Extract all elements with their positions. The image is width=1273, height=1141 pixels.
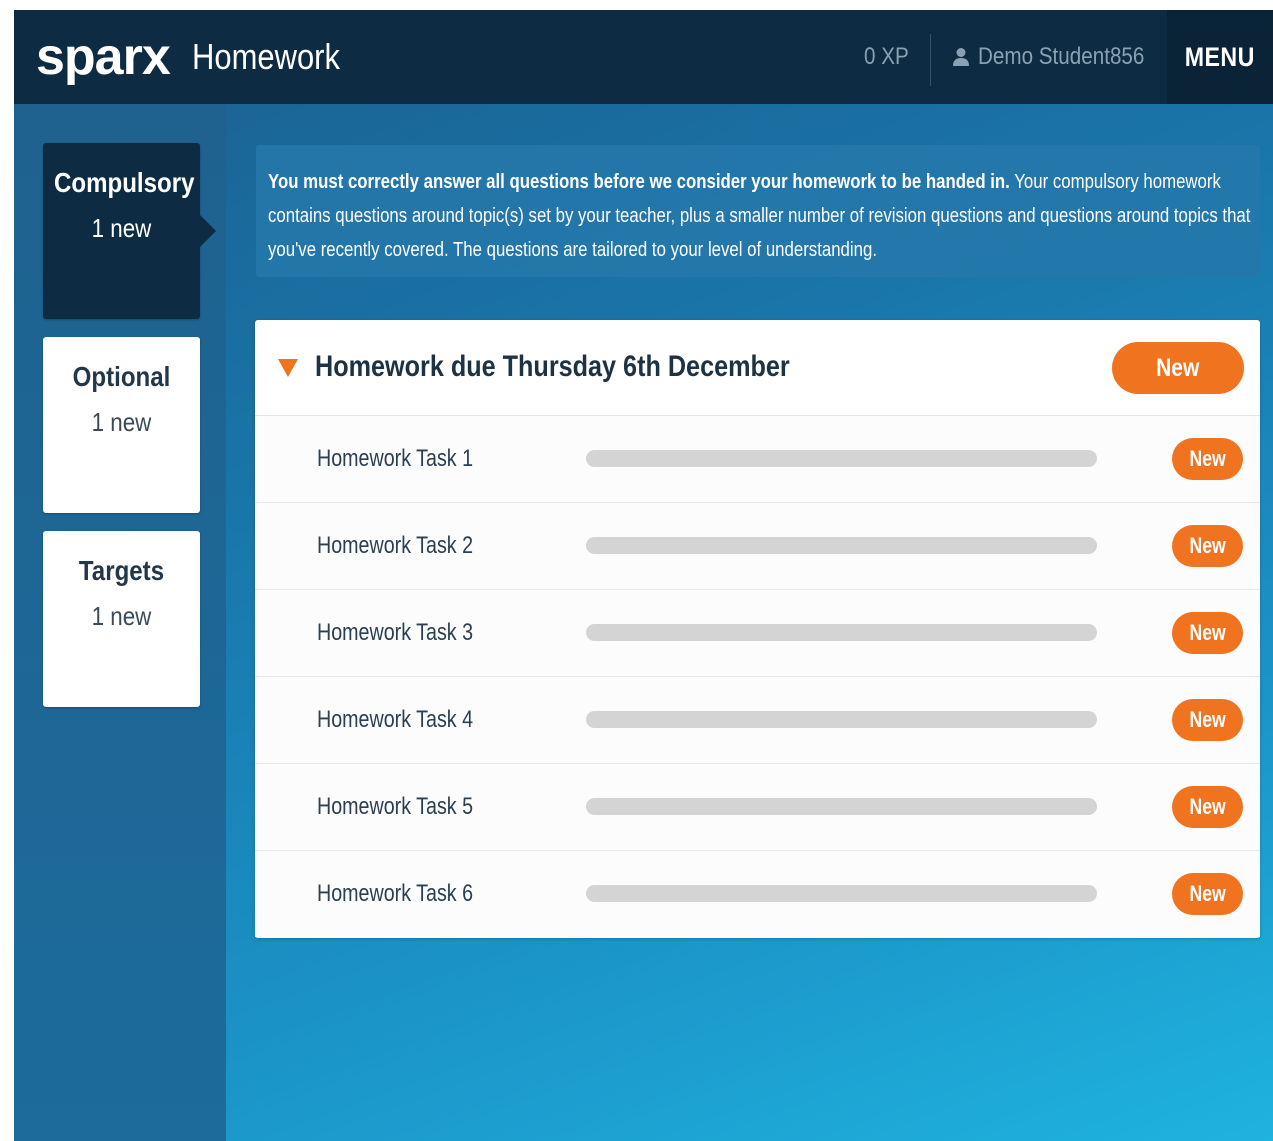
tab-label: Optional: [72, 361, 171, 392]
task-row[interactable]: Homework Task 6 New: [255, 851, 1260, 937]
page-title: Homework: [191, 36, 340, 77]
task-progress-bar: [586, 624, 1097, 641]
task-label: Homework Task 1: [317, 445, 474, 472]
task-label: Homework Task 2: [317, 532, 474, 559]
info-notice: You must correctly answer all questions …: [256, 145, 1260, 277]
task-row[interactable]: Homework Task 2 New: [255, 503, 1260, 590]
homework-card: Homework due Thursday 6th December New H…: [255, 320, 1260, 938]
task-label: Homework Task 4: [317, 706, 474, 733]
header-divider: [930, 34, 931, 86]
task-progress-bar: [586, 885, 1097, 902]
task-row[interactable]: Homework Task 1 New: [255, 416, 1260, 503]
task-row[interactable]: Homework Task 3 New: [255, 590, 1260, 677]
badge-label: New: [1189, 794, 1226, 819]
task-new-badge: New: [1172, 699, 1243, 741]
tab-new-count: 1 new: [91, 213, 152, 243]
task-progress-bar: [586, 450, 1097, 467]
tab-targets[interactable]: Targets 1 new: [43, 531, 200, 707]
badge-label: New: [1189, 707, 1226, 732]
tab-new-count: 1 new: [91, 407, 152, 437]
homework-header[interactable]: Homework due Thursday 6th December New: [255, 320, 1260, 416]
task-new-badge: New: [1172, 612, 1243, 654]
tab-compulsory[interactable]: Compulsory 1 new: [43, 143, 216, 319]
task-new-badge: New: [1172, 525, 1243, 567]
tab-optional[interactable]: Optional 1 new: [43, 337, 200, 513]
task-progress-bar: [586, 537, 1097, 554]
sparx-logo[interactable]: sparx: [36, 31, 171, 83]
user-icon: [953, 48, 969, 66]
menu-label: MENU: [1184, 42, 1256, 72]
task-label: Homework Task 6: [317, 880, 474, 907]
task-progress-bar: [586, 711, 1097, 728]
user-name: Demo Student856: [978, 43, 1145, 70]
badge-label: New: [1189, 620, 1226, 645]
xp-counter: 0 XP: [864, 43, 909, 70]
task-label: Homework Task 5: [317, 793, 474, 820]
task-row[interactable]: Homework Task 5 New: [255, 764, 1260, 851]
app-window: sparx Homework 0 XP Demo Student856 MENU…: [14, 10, 1273, 1141]
task-list: Homework Task 1 New Homework Task 2 New Home…: [255, 416, 1260, 937]
tab-label: Targets: [78, 555, 165, 586]
tab-new-count: 1 new: [91, 601, 152, 631]
task-progress-bar: [586, 798, 1097, 815]
user-profile[interactable]: Demo Student856: [952, 10, 1171, 104]
homework-title: Homework due Thursday 6th December: [315, 350, 790, 383]
homework-new-badge: New: [1112, 342, 1244, 394]
task-new-badge: New: [1172, 873, 1243, 915]
task-new-badge: New: [1172, 786, 1243, 828]
badge-label: New: [1189, 533, 1226, 558]
task-new-badge: New: [1172, 438, 1243, 480]
badge-label: New: [1156, 354, 1200, 382]
task-row[interactable]: Homework Task 4 New: [255, 677, 1260, 764]
info-bold-text: You must correctly answer all questions …: [268, 171, 1010, 193]
caret-down-icon[interactable]: [278, 359, 298, 377]
badge-label: New: [1189, 446, 1226, 471]
menu-button[interactable]: MENU: [1167, 10, 1273, 104]
top-bar: sparx Homework 0 XP Demo Student856 MENU: [14, 10, 1273, 104]
task-label: Homework Task 3: [317, 619, 474, 646]
tab-label: Compulsory: [53, 167, 195, 198]
sidebar: Compulsory 1 new Optional 1 new Targets …: [14, 104, 226, 1141]
badge-label: New: [1189, 881, 1226, 906]
